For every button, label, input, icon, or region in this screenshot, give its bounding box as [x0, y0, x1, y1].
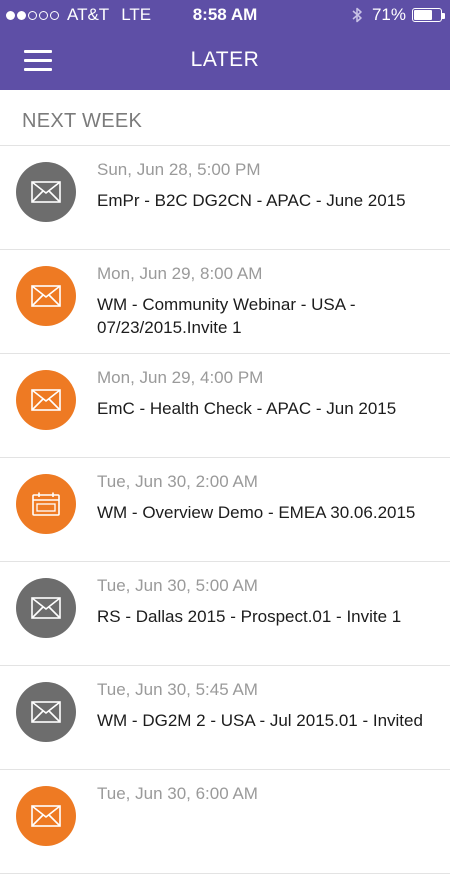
list-item[interactable]: Tue, Jun 30, 2:00 AM WM - Overview Demo -…: [0, 458, 450, 562]
list-item[interactable]: Mon, Jun 29, 4:00 PM EmC - Health Check -…: [0, 354, 450, 458]
item-date: Tue, Jun 30, 6:00 AM: [97, 784, 258, 803]
item-date: Mon, Jun 29, 8:00 AM: [97, 264, 263, 283]
nav-bar: LATER: [0, 30, 450, 90]
item-date: Mon, Jun 29, 4:00 PM: [97, 368, 264, 387]
mail-icon: [16, 786, 76, 846]
item-subject: EmC - Health Check - APAC - Jun 2015: [97, 399, 397, 418]
item-date: Tue, Jun 30, 5:00 AM: [97, 576, 258, 595]
item-subject: EmPr - B2C DG2CN - APAC - June 2015: [97, 191, 406, 210]
status-right: 71%: [350, 5, 445, 25]
bluetooth-icon: [352, 7, 362, 23]
item-subject: WM - Community Webinar - USA - 07/23/201…: [97, 295, 356, 337]
list-item[interactable]: Mon, Jun 29, 8:00 AM WM - Community Webin…: [0, 250, 450, 354]
page-title: LATER: [190, 48, 260, 71]
item-date: Tue, Jun 30, 2:00 AM: [97, 472, 258, 491]
mail-icon: [16, 266, 76, 326]
battery-percent: 71%: [371, 5, 406, 24]
battery-icon: [412, 8, 445, 22]
app-header: AT&T LTE 8:58 AM 71% LATER: [0, 0, 450, 90]
mail-icon: [16, 370, 76, 430]
mail-icon: [16, 682, 76, 742]
list-item[interactable]: Tue, Jun 30, 6:00 AM: [0, 770, 450, 874]
item-subject: RS - Dallas 2015 - Prospect.01 - Invite …: [97, 607, 402, 626]
email-list: Sun, Jun 28, 5:00 PM EmPr - B2C DG2CN - A…: [0, 146, 450, 874]
item-subject: WM - Overview Demo - EMEA 30.06.2015: [97, 503, 416, 522]
status-bar: AT&T LTE 8:58 AM 71%: [0, 0, 450, 30]
mail-icon: [16, 162, 76, 222]
calendar-icon: [16, 474, 76, 534]
list-item[interactable]: Tue, Jun 30, 5:00 AM RS - Dallas 2015 - P…: [0, 562, 450, 666]
item-subject: WM - DG2M 2 - USA - Jul 2015.01 - Invite…: [97, 711, 423, 730]
list-item[interactable]: Sun, Jun 28, 5:00 PM EmPr - B2C DG2CN - A…: [0, 146, 450, 250]
section-header: NEXT WEEK: [0, 90, 450, 146]
mail-icon: [16, 578, 76, 638]
list-item[interactable]: Tue, Jun 30, 5:45 AM WM - DG2M 2 - USA - …: [0, 666, 450, 770]
item-date: Sun, Jun 28, 5:00 PM: [97, 160, 261, 179]
item-date: Tue, Jun 30, 5:45 AM: [97, 680, 258, 699]
section-title: NEXT WEEK: [22, 110, 143, 132]
